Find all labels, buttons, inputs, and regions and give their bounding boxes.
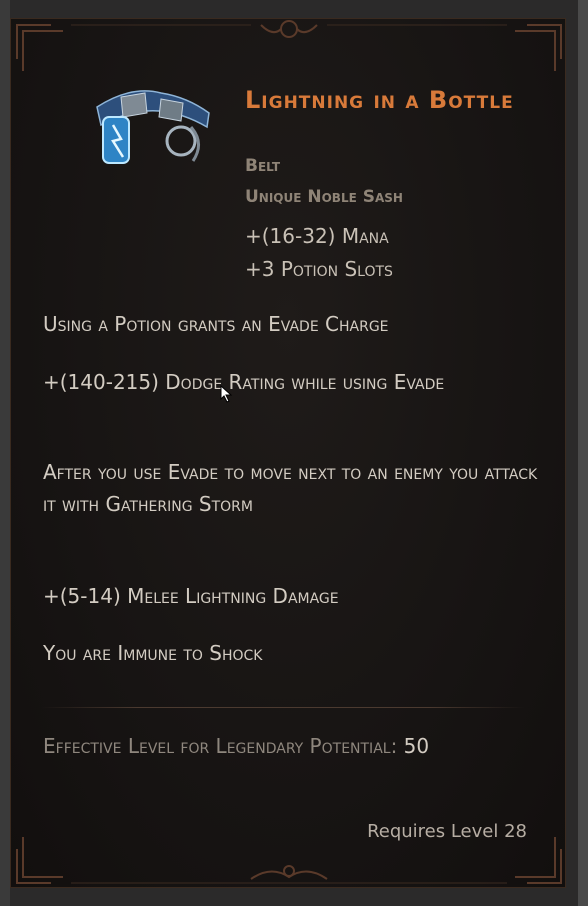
screen-edge-right [578,0,588,906]
mouse-cursor-icon [220,385,233,403]
mod-immune-shock: You are Immune to Shock [43,641,263,665]
mod-gathering-storm: After you use Evade to move next to an e… [43,460,538,516]
screen-edge-left [0,0,10,906]
belt-icon [96,90,210,164]
mod-melee-lightning: +(5-14) Melee Lightning Damage [43,584,339,608]
legendary-potential: Effective Level for Legendary Potential:… [43,729,463,763]
top-ornament-icon [260,20,318,38]
item-title: Lightning in a Bottle [245,86,514,114]
legendary-value: 50 [403,734,430,758]
item-subtype: Unique Noble Sash [245,187,403,207]
legendary-label: Effective Level for Legendary Potential: [43,734,398,758]
implicit-potion-slots: +3 Potion Slots [245,257,393,281]
mod-dodge-rating: +(140-215) Dodge Rating while using Evad… [43,370,445,394]
requires-level: Requires Level 28 [367,821,527,842]
mod-evade-charge: Using a Potion grants an Evade Charge [43,312,389,336]
item-tooltip: Lightning in a Bottle Belt Unique Noble … [10,18,566,888]
implicit-mana: +(16-32) Mana [245,224,389,248]
section-divider [41,707,525,708]
bottom-ornament-icon [250,865,328,880]
item-type: Belt [245,156,281,176]
